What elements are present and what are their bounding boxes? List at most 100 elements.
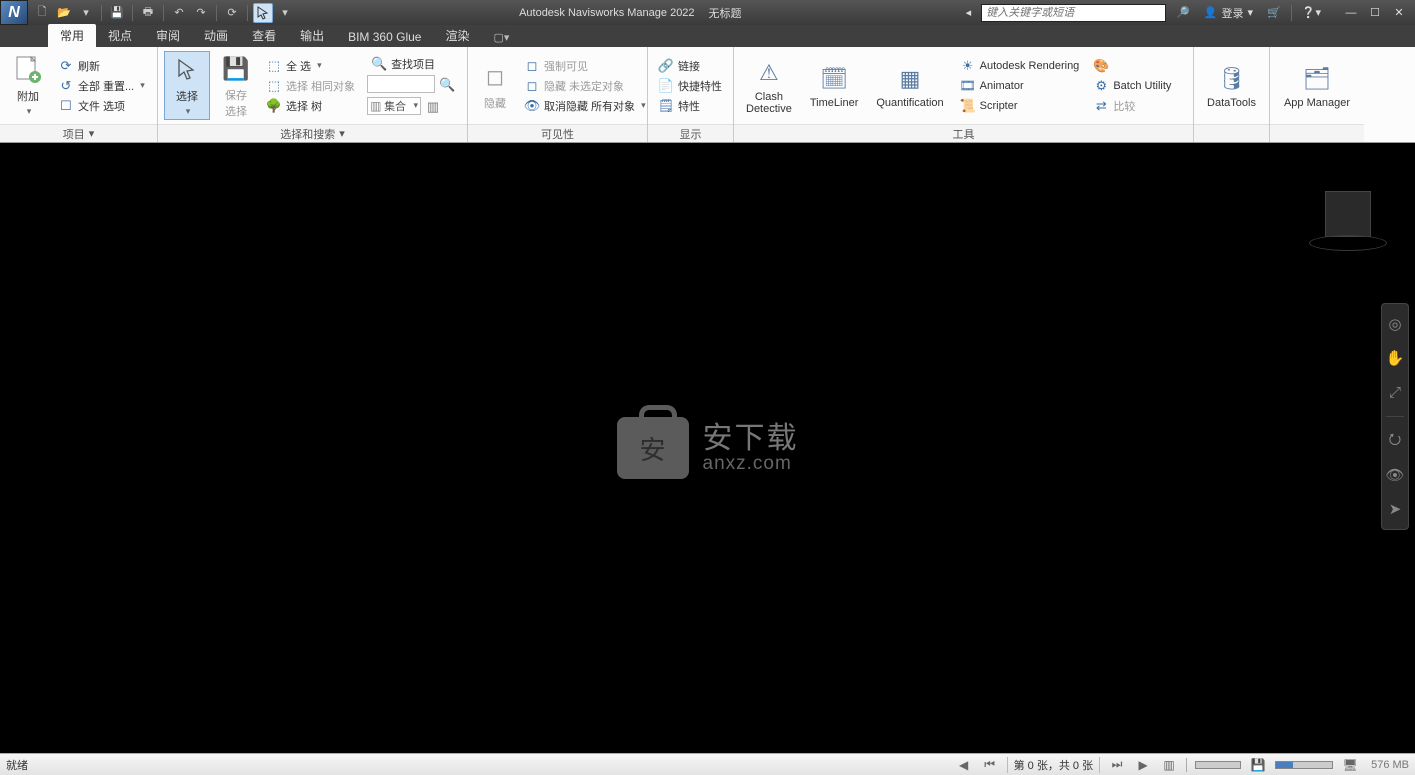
datatools-button[interactable]: 🛢 DataTools — [1201, 61, 1262, 111]
refresh-button[interactable]: ⟳刷新 — [54, 57, 149, 75]
infocenter-search-icon[interactable]: 🔎 — [1172, 6, 1194, 19]
tab-bim360[interactable]: BIM 360 Glue — [336, 27, 433, 47]
help-icon[interactable]: ❔▾ — [1298, 6, 1325, 19]
disk-icon[interactable]: 💾 — [1249, 757, 1267, 773]
close-button[interactable]: ✕ — [1387, 4, 1411, 22]
animator-button[interactable]: 🎞Animator — [956, 77, 1084, 95]
open-file-icon[interactable]: 📂 — [54, 3, 74, 23]
appmanager-icon: 🗂 — [1301, 63, 1333, 95]
sets-manage-icon[interactable]: ▥ — [423, 97, 443, 117]
progress-bar-1 — [1195, 761, 1241, 769]
infocenter-left-icon[interactable]: ◂ — [962, 6, 976, 19]
select-button[interactable]: 选择 — [164, 51, 210, 120]
find-icon: 🔍 — [371, 56, 387, 72]
force-visible-button[interactable]: ◻强制可见 — [520, 57, 650, 75]
rendering-button[interactable]: ☀Autodesk Rendering — [956, 57, 1084, 75]
qat-dropdown-icon[interactable]: ▾ — [275, 3, 295, 23]
orbit-icon[interactable]: ⭮ — [1385, 431, 1405, 451]
minimize-button[interactable]: — — [1339, 4, 1363, 22]
file-options-button[interactable]: ☐文件 选项 — [54, 97, 149, 115]
appearance-profiler-button[interactable]: 🎨 — [1089, 57, 1175, 75]
pan-icon[interactable]: ✋ — [1385, 348, 1405, 368]
select-all-icon: ⬚ — [266, 58, 282, 74]
open-dropdown-icon[interactable]: ▾ — [76, 3, 96, 23]
progress-bar-2 — [1275, 761, 1333, 769]
clash-detective-button[interactable]: ⚠ Clash Detective — [740, 55, 798, 117]
select-all-button[interactable]: ⬚全 选 — [262, 57, 359, 75]
watermark-line1: 安下载 — [703, 424, 799, 454]
undo-icon[interactable]: ↶ — [169, 3, 189, 23]
tab-home[interactable]: 常用 — [48, 24, 96, 47]
tab-animation[interactable]: 动画 — [192, 24, 240, 47]
tab-review[interactable]: 审阅 — [144, 24, 192, 47]
redo-icon[interactable]: ↷ — [191, 3, 211, 23]
window-title: Autodesk Navisworks Manage 2022 无标题 — [299, 5, 962, 21]
select-tool-icon[interactable] — [253, 3, 273, 23]
batch-utility-button[interactable]: ⚙Batch Utility — [1089, 77, 1175, 95]
scripter-icon: 📜 — [960, 98, 976, 114]
steering-wheel-icon[interactable]: ◎ — [1385, 314, 1405, 334]
zoom-icon[interactable]: ⤢ — [1385, 382, 1405, 402]
select-same-icon: ⬚ — [266, 78, 282, 94]
selection-tree-button[interactable]: 🌳选择 树 — [262, 97, 359, 115]
ribbon-minimize-icon[interactable]: ▢▾ — [493, 31, 509, 44]
status-ready: 就绪 — [6, 757, 28, 773]
app-icon[interactable]: N — [0, 0, 28, 25]
reset-all-button[interactable]: ↺全部 重置... — [54, 77, 149, 95]
sheet-browser-icon[interactable]: ▥ — [1160, 757, 1178, 773]
quick-props-icon: 📄 — [658, 78, 674, 94]
viewport[interactable]: 安下载 anxz.com ◎ ✋ ⤢ ⭮ 👁 ➤ — [0, 143, 1415, 753]
save-selection-button[interactable]: 💾 保存 选择 — [214, 51, 258, 121]
print-icon[interactable]: 🖶 — [138, 3, 158, 23]
links-icon: 🔗 — [658, 58, 674, 74]
scripter-button[interactable]: 📜Scripter — [956, 97, 1084, 115]
select-same-button[interactable]: ⬚选择 相同对象 — [262, 77, 359, 95]
hide-button[interactable]: ◻ 隐藏 — [474, 59, 516, 113]
tab-output[interactable]: 输出 — [288, 24, 336, 47]
quick-find-input[interactable] — [367, 75, 435, 93]
save-icon[interactable]: 💾 — [107, 3, 127, 23]
exchange-apps-icon[interactable]: 🛒 — [1263, 6, 1285, 19]
clash-label: Clash Detective — [746, 91, 792, 115]
timeliner-button[interactable]: 🗓 TimeLiner — [804, 61, 865, 111]
quantification-label: Quantification — [876, 97, 943, 109]
unhide-all-button[interactable]: 👁取消隐藏 所有对象 — [520, 97, 650, 115]
new-file-icon[interactable]: 🗋 — [32, 3, 52, 23]
hide-unselected-icon: ◻ — [524, 78, 540, 94]
quantification-button[interactable]: ▦ Quantification — [870, 61, 949, 111]
look-icon[interactable]: 👁 — [1385, 465, 1405, 485]
tab-render[interactable]: 渲染 — [433, 24, 481, 47]
tab-view[interactable]: 查看 — [240, 24, 288, 47]
compare-icon: ⇄ — [1093, 98, 1109, 114]
sets-dropdown[interactable]: 集合 — [367, 97, 421, 115]
sheet-next-icon[interactable]: ▶ — [1134, 757, 1152, 773]
find-items-button[interactable]: 🔍查找项目 — [367, 55, 457, 73]
profiler-icon: 🎨 — [1093, 58, 1109, 74]
sheet-indicator: 第 0 张，共 0 张 — [1007, 757, 1100, 773]
tab-viewpoint[interactable]: 视点 — [96, 24, 144, 47]
quick-props-button[interactable]: 📄快捷特性 — [654, 77, 726, 95]
sheet-prev-icon[interactable]: ◀ — [955, 757, 973, 773]
ribbon: 附加 ⟳刷新 ↺全部 重置... ☐文件 选项 项目▾ 选择 💾 保存 选择 — [0, 47, 1415, 143]
search-input[interactable] — [981, 4, 1166, 22]
quick-find-go-icon[interactable]: 🔍 — [437, 75, 457, 95]
appmanager-button[interactable]: 🗂 App Manager — [1278, 61, 1356, 111]
append-button[interactable]: 附加 — [6, 52, 50, 119]
rendering-icon: ☀ — [960, 58, 976, 74]
maximize-button[interactable]: ☐ — [1363, 4, 1387, 22]
user-icon: 👤 — [1204, 6, 1218, 19]
hide-unselected-button[interactable]: ◻隐藏 未选定对象 — [520, 77, 650, 95]
sheet-first-icon[interactable]: ⏮ — [981, 757, 999, 773]
panel-project-title: 项目 — [63, 126, 85, 142]
login-button[interactable]: 👤 登录 ▾ — [1200, 5, 1257, 21]
status-bar: 就绪 ◀ ⏮ 第 0 张，共 0 张 ⏭ ▶ ▥ 💾 🖥 576 MB — [0, 753, 1415, 775]
sheet-last-icon[interactable]: ⏭ — [1108, 757, 1126, 773]
select-label: 选择 — [176, 88, 198, 104]
compare-button[interactable]: ⇄比较 — [1089, 97, 1175, 115]
view-cube[interactable] — [1309, 191, 1387, 269]
properties-button[interactable]: 🗒特性 — [654, 97, 726, 115]
tree-icon: 🌳 — [266, 98, 282, 114]
pointer-icon[interactable]: ➤ — [1385, 499, 1405, 519]
links-button[interactable]: 🔗链接 — [654, 57, 726, 75]
refresh-icon[interactable]: ⟳ — [222, 3, 242, 23]
